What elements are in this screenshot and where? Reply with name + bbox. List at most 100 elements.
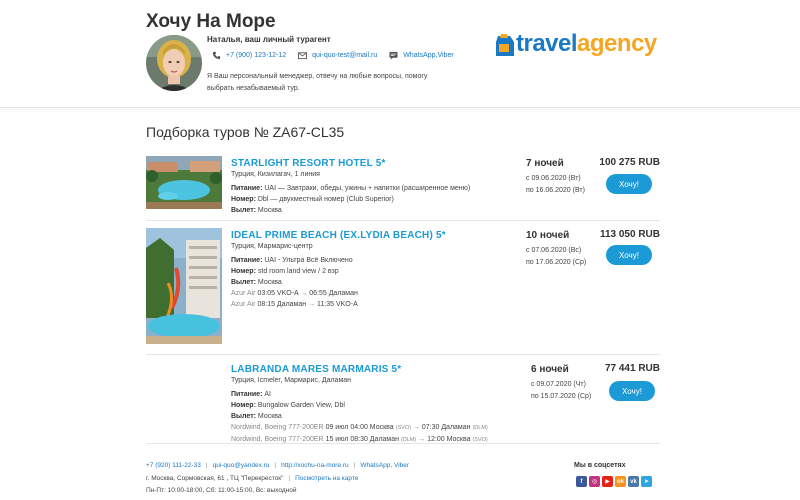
footer-phone[interactable]: +7 (920) 111-22-33 [146,462,201,469]
flight-carrier: Azur Air [231,290,256,297]
social-title: Мы в соцсетях [574,462,626,469]
footer-site[interactable]: http://xochu-na-more.ru [281,462,349,469]
tour-facts: Питание: UAI - Ультра Всё Включено Номер… [231,255,358,310]
selection-title: Подборка туров № ZA67-CL35 [146,124,345,140]
nights: 10 ночей [526,230,570,241]
agent-phone-text: +7 (900) 123-12-12 [226,52,287,59]
agent-phone[interactable]: +7 (900) 123-12-12 [212,51,286,60]
hotel-location: Турция, Кизилагач, 1 линия [231,171,320,178]
hotel-photo[interactable] [146,156,222,209]
agent-messengers[interactable]: WhatsApp,Viber [389,51,454,60]
flight-departure: 15 июл 08:30 Даламан [325,436,399,443]
flight-departure: 09 июл 04:00 Москва [325,424,394,431]
departure-line: Вылет: Москва [231,205,470,216]
agent-about: Я Ваш персональный менеджер, отвечу на л… [207,73,428,92]
tour-dates: с 07.06.2020 (Вс) по 17.06.2020 (Ср) [526,245,586,269]
logo-text: travelagency [516,30,657,58]
date-from: с 09.06.2020 (Вт) [526,175,581,182]
meal-line: Питание: AI [231,389,488,400]
footer-address: г. Москва, Сормовская, 61 , ТЦ "Перекрес… [146,475,284,482]
phone-icon [212,51,221,60]
footer-address-line: г. Москва, Сормовская, 61 , ТЦ "Перекрес… [146,475,359,482]
odnoklassniki-icon[interactable]: ok [615,476,626,487]
airport-code: (DLM) [472,425,488,431]
room-line: Номер: Dbl — двухместный номер (Club Sup… [231,194,470,205]
meal-value: UAI — Завтраки, обеды, ужины + напитки (… [264,185,471,192]
footer-messengers[interactable]: WhatsApp, Viber [360,462,409,469]
flight-carrier: Azur Air [231,301,256,308]
tour-price: 77 441 RUB [604,363,660,374]
nights: 6 ночей [531,364,569,375]
meal-value: AI [264,391,271,398]
map-link[interactable]: Посмотреть на карте [295,475,358,482]
tour-dates: с 09.07.2020 (Чт) по 15.07.2020 (Ср) [531,379,591,403]
room-label: Номер: [231,268,256,275]
airport-code: (SVO) [395,425,411,431]
nights: 7 ночей [526,158,564,169]
logo-text-travel: travel [516,30,578,57]
agent-email[interactable]: qui-quo-test@mail.ru [298,51,377,60]
hotel-location: Турция, Мармарис-центр [231,243,313,250]
departure-label: Вылет: [231,279,256,286]
room-label: Номер: [231,402,256,409]
departure-label: Вылет: [231,207,256,214]
departure-value: Москва [257,413,282,420]
vk-icon[interactable]: vk [628,476,639,487]
youtube-icon[interactable]: ▶ [602,476,613,487]
flight-arrival: 06:55 Даламан [309,290,358,297]
meal-label: Питание: [231,185,263,192]
hotel-photo[interactable] [146,228,222,344]
tour-dates: с 09.06.2020 (Вт) по 16.06.2020 (Вт) [526,173,585,197]
arrow-icon: → [308,301,316,308]
departure-line: Вылет: Москва [231,277,358,288]
flight-line: Nordwind, Boeing 777-200ER 15 июл 08:30 … [231,434,488,446]
hotel-name[interactable]: IDEAL PRIME BEACH (EX.LYDIA BEACH) 5* [231,230,446,241]
departure-value: Москва [257,207,282,214]
flight-arrival: 12:00 Москва [427,436,471,443]
flight-line: Azur Air 08:15 Даламан → 11:35 VKO-A [231,299,358,310]
room-value: Bungalow Garden View, Dbl [257,402,345,409]
arrow-icon: → [418,436,426,443]
tour-card: STARLIGHT RESORT HOTEL 5* Турция, Кизила… [146,156,660,221]
meal-label: Питание: [231,257,263,264]
hotel-name[interactable]: LABRANDA MARES MARMARIS 5* [231,364,401,375]
hotel-name[interactable]: STARLIGHT RESORT HOTEL 5* [231,158,386,169]
chat-icon [389,51,398,60]
facebook-icon[interactable]: f [576,476,587,487]
arrow-icon: → [412,424,420,431]
travelagency-logo: travelagency [493,28,663,62]
agent-messengers-text: WhatsApp,Viber [403,52,454,59]
agent-name: Наталья, ваш личный турагент [207,35,331,44]
tour-card: LABRANDA MARES MARMARIS 5* Турция, Icmel… [146,362,660,444]
instagram-icon[interactable]: ◎ [589,476,600,487]
logo-text-agency: agency [577,30,657,57]
room-value: std room land view / 2 взр [257,268,339,275]
arrow-icon: → [300,290,308,297]
want-button[interactable]: Хочу! [606,245,652,265]
departure-value: Москва [257,279,282,286]
want-button[interactable]: Хочу! [609,381,655,401]
footer-email[interactable]: qui-quo@yandex.ru [213,462,270,469]
room-value: Dbl — двухместный номер (Club Superior) [257,196,394,203]
mail-icon [298,52,308,60]
meal-line: Питание: UAI — Завтраки, обеды, ужины + … [231,183,470,194]
date-from: с 09.07.2020 (Чт) [531,381,586,388]
meal-line: Питание: UAI - Ультра Всё Включено [231,255,358,266]
airport-code: (DLM) [400,437,417,443]
room-line: Номер: Bungalow Garden View, Dbl [231,400,488,411]
telegram-icon[interactable]: ➤ [641,476,652,487]
footer-contacts: +7 (920) 111-22-33 | qui-quo@yandex.ru | htt… [146,462,410,469]
agency-title: Хочу На Море [146,11,276,32]
agent-email-text: qui-quo-test@mail.ru [312,52,378,59]
suitcase-icon [496,34,514,56]
tour-price: 100 275 RUB [599,157,660,168]
want-button[interactable]: Хочу! [606,174,652,194]
hotel-location: Турция, Icmeler, Мармарис, Даламан [231,377,352,384]
flight-carrier: Nordwind, Boeing 777-200ER [231,424,324,431]
date-to: по 16.06.2020 (Вт) [526,187,585,194]
departure-label: Вылет: [231,413,256,420]
footer-hours: Пн-Пт: 10:00-18:00, Сб: 11:00-15:00, Вс:… [146,487,297,494]
flight-departure: 03:05 VKO-A [257,290,299,297]
airport-code: (SVO) [472,437,488,443]
flight-line: Nordwind, Boeing 777-200ER 09 июл 04:00 … [231,422,488,434]
